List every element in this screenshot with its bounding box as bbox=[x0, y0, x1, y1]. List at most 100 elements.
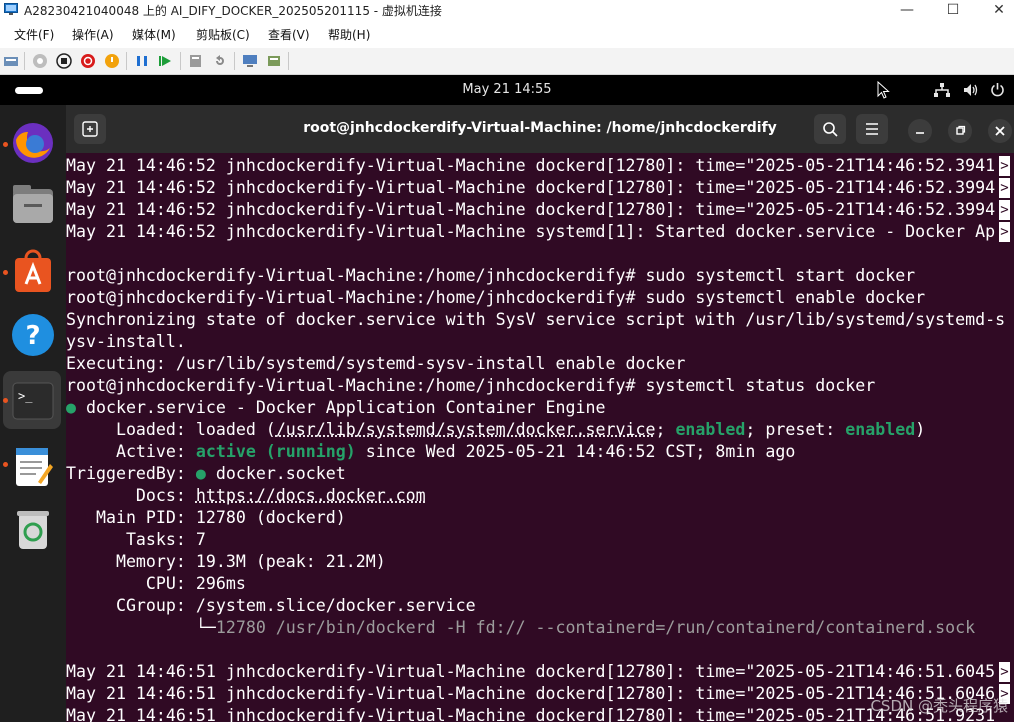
menu-action[interactable]: 操作(A) bbox=[72, 27, 114, 43]
preset-state: enabled bbox=[845, 420, 915, 439]
firefox-icon[interactable] bbox=[8, 118, 58, 168]
menu-button[interactable] bbox=[856, 114, 888, 144]
status-line: CPU: 296ms bbox=[66, 574, 246, 593]
ubuntu-top-bar: May 21 14:55 bbox=[0, 75, 1014, 105]
line-overflow-marker: > bbox=[999, 662, 1010, 682]
status-value: ; bbox=[655, 420, 675, 439]
status-label: Loaded: bbox=[66, 420, 196, 439]
dock: ? >_ bbox=[0, 105, 66, 722]
log-line: May 21 14:46:52 jnhcdockerdify-Virtual-M… bbox=[66, 200, 995, 219]
shell-prompt: root@jnhcdockerdify-Virtual-Machine:/hom… bbox=[66, 376, 645, 395]
menu-view[interactable]: 查看(V) bbox=[268, 27, 310, 43]
status-line: Main PID: 12780 (dockerd) bbox=[66, 508, 346, 527]
terminal-close-button[interactable] bbox=[988, 119, 1012, 143]
status-value: ) bbox=[915, 420, 925, 439]
host-title-bar: A28230421040048 上的 AI_DIFY_DOCKER_202505… bbox=[0, 0, 1014, 22]
service-header: docker.service - Docker Application Cont… bbox=[76, 398, 606, 417]
toolbar-separator bbox=[180, 52, 181, 70]
docs-link[interactable]: https://docs.docker.com bbox=[196, 486, 426, 505]
hamburger-menu-icon bbox=[856, 114, 888, 144]
revert-icon[interactable] bbox=[212, 53, 228, 69]
checkpoint-icon[interactable] bbox=[188, 53, 204, 69]
status-value: loaded ( bbox=[196, 420, 276, 439]
text-editor-icon[interactable] bbox=[8, 442, 58, 492]
menu-clipboard[interactable]: 剪贴板(C) bbox=[196, 27, 250, 43]
status-line: Memory: 19.3M (peak: 21.2M) bbox=[66, 552, 386, 571]
shell-prompt: root@jnhcdockerdify-Virtual-Machine:/hom… bbox=[66, 288, 645, 307]
output-line: Synchronizing state of docker.service wi… bbox=[66, 310, 1005, 329]
output-line: ysv-install. bbox=[66, 332, 186, 351]
cgroup-tree-branch: └─ bbox=[196, 618, 216, 637]
line-overflow-marker: > bbox=[999, 222, 1010, 242]
close-button[interactable]: ✕ bbox=[976, 0, 1014, 22]
unit-file-path: /usr/lib/systemd/system/docker.service bbox=[276, 420, 656, 439]
command: sudo systemctl enable docker bbox=[645, 288, 925, 307]
clock[interactable]: May 21 14:55 bbox=[0, 82, 1014, 97]
minimize-icon bbox=[908, 119, 932, 143]
triggered-by-value: docker.socket bbox=[206, 464, 346, 483]
terminal-minimize-button[interactable] bbox=[908, 119, 932, 143]
terminal-icon[interactable]: >_ bbox=[8, 376, 58, 426]
active-state: active (running) bbox=[196, 442, 356, 461]
app-center-icon[interactable] bbox=[8, 246, 58, 296]
minimize-button[interactable]: — bbox=[884, 0, 930, 22]
status-dot-icon: ● bbox=[66, 398, 76, 417]
status-value: ; preset: bbox=[745, 420, 845, 439]
trash-icon[interactable] bbox=[8, 505, 58, 555]
shell-prompt: root@jnhcdockerdify-Virtual-Machine:/hom… bbox=[66, 266, 645, 285]
watermark: CSDN @秃头程序猿 bbox=[870, 695, 1008, 716]
network-icon[interactable] bbox=[934, 83, 950, 97]
status-dot-icon: ● bbox=[196, 464, 206, 483]
cgroup-process: 12780 /usr/bin/dockerd -H fd:// --contai… bbox=[216, 618, 975, 637]
menu-file[interactable]: 文件(F) bbox=[14, 27, 54, 43]
files-icon[interactable] bbox=[8, 180, 58, 230]
output-line: Executing: /usr/lib/systemd/systemd-sysv… bbox=[66, 354, 685, 373]
terminal-restore-button[interactable] bbox=[948, 119, 972, 143]
search-button[interactable] bbox=[814, 114, 846, 144]
toolbar-separator bbox=[234, 52, 235, 70]
shutdown-icon[interactable] bbox=[80, 53, 96, 69]
share-icon[interactable] bbox=[266, 53, 282, 69]
log-line: May 21 14:46:51 jnhcdockerdify-Virtual-M… bbox=[66, 684, 995, 703]
search-icon bbox=[814, 114, 846, 144]
resume-icon[interactable] bbox=[158, 53, 174, 69]
enabled-state: enabled bbox=[675, 420, 745, 439]
host-window-title: A28230421040048 上的 AI_DIFY_DOCKER_202505… bbox=[24, 2, 442, 20]
status-line: Tasks: 7 bbox=[66, 530, 206, 549]
command: systemctl status docker bbox=[645, 376, 875, 395]
host-toolbar bbox=[0, 48, 1014, 75]
virtual-machine-icon bbox=[4, 3, 18, 15]
toolbar-separator bbox=[126, 52, 127, 70]
status-line: CGroup: /system.slice/docker.service bbox=[66, 596, 476, 615]
log-line: May 21 14:46:51 jnhcdockerdify-Virtual-M… bbox=[66, 662, 995, 681]
toolbar-separator bbox=[288, 52, 289, 70]
enhanced-session-icon[interactable] bbox=[242, 53, 258, 69]
terminal-output[interactable]: May 21 14:46:52 jnhcdockerdify-Virtual-M… bbox=[66, 153, 1014, 722]
svg-text:?: ? bbox=[25, 321, 40, 351]
start-icon[interactable] bbox=[32, 53, 48, 69]
host-menu-bar: 文件(F) 操作(A) 媒体(M) 剪贴板(C) 查看(V) 帮助(H) bbox=[0, 22, 1014, 48]
status-label: Active: bbox=[66, 442, 196, 461]
save-state-icon[interactable] bbox=[104, 53, 120, 69]
turn-off-icon[interactable] bbox=[56, 53, 72, 69]
help-icon[interactable]: ? bbox=[8, 310, 58, 360]
line-overflow-marker: > bbox=[999, 156, 1010, 176]
menu-help[interactable]: 帮助(H) bbox=[328, 27, 370, 43]
line-overflow-marker: > bbox=[999, 178, 1010, 198]
mouse-pointer-icon bbox=[877, 81, 891, 99]
ctrl-alt-del-icon[interactable] bbox=[3, 53, 19, 69]
restore-icon bbox=[948, 119, 972, 143]
log-line: May 21 14:46:52 jnhcdockerdify-Virtual-M… bbox=[66, 178, 995, 197]
power-icon[interactable] bbox=[990, 82, 1005, 97]
volume-icon[interactable] bbox=[963, 83, 979, 97]
status-label: TriggeredBy: bbox=[66, 464, 196, 483]
active-since: since Wed 2025-05-21 14:46:52 CST; 8min … bbox=[356, 442, 796, 461]
maximize-button[interactable]: ☐ bbox=[930, 0, 976, 22]
pause-icon[interactable] bbox=[134, 53, 150, 69]
status-label: Docs: bbox=[66, 486, 196, 505]
toolbar-separator bbox=[24, 52, 25, 70]
menu-media[interactable]: 媒体(M) bbox=[132, 27, 176, 43]
command: sudo systemctl start docker bbox=[645, 266, 915, 285]
terminal-header-bar: root@jnhcdockerdify-Virtual-Machine: /ho… bbox=[66, 105, 1014, 153]
close-icon bbox=[988, 119, 1012, 143]
